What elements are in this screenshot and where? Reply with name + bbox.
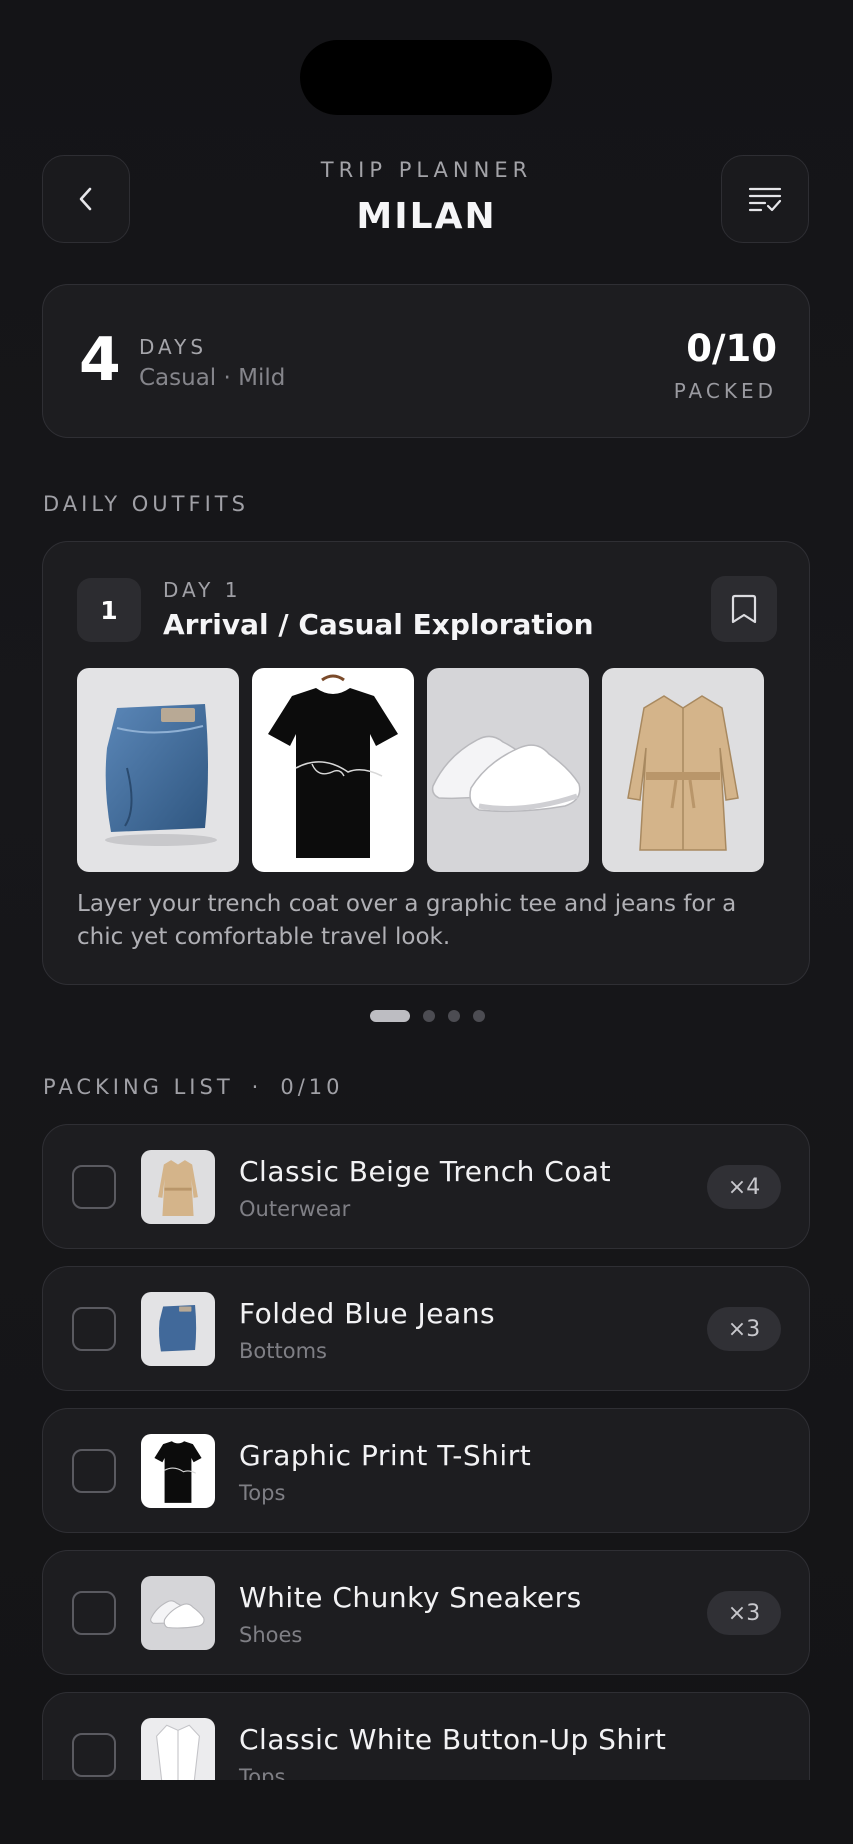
graphic-tee-thumbnail[interactable] <box>252 668 414 872</box>
trench-coat-icon <box>158 1160 198 1217</box>
pager-dot[interactable] <box>473 1010 485 1022</box>
sneakers-icon <box>150 1600 205 1629</box>
outfit-title: Arrival / Casual Exploration <box>163 608 594 641</box>
item-category: Tops <box>239 1481 286 1505</box>
packing-item[interactable]: Graphic Print T-Shirt Tops <box>42 1408 810 1533</box>
days-count: 4 <box>79 325 121 395</box>
quantity-badge: ×3 <box>707 1307 781 1351</box>
jeans-icon <box>105 704 217 846</box>
days-label: DAYS <box>139 335 208 359</box>
outfit-pager[interactable] <box>370 1010 485 1022</box>
packing-item[interactable]: White Chunky Sneakers Shoes ×3 <box>42 1550 810 1675</box>
item-checkbox[interactable] <box>72 1733 116 1777</box>
checklist-icon <box>748 187 782 212</box>
checklist-button[interactable] <box>721 155 809 243</box>
trip-style-weather: Casual · Mild <box>139 365 286 391</box>
outfit-description: Layer your trench coat over a graphic te… <box>77 891 737 950</box>
item-checkbox[interactable] <box>72 1165 116 1209</box>
packing-list-separator: · <box>251 1075 263 1099</box>
item-checkbox[interactable] <box>72 1307 116 1351</box>
item-checkbox[interactable] <box>72 1591 116 1635</box>
dynamic-island <box>300 40 552 115</box>
item-category: Bottoms <box>239 1339 327 1363</box>
item-checkbox[interactable] <box>72 1449 116 1493</box>
item-name: White Chunky Sneakers <box>239 1581 582 1614</box>
graphic-tee-icon <box>154 1441 202 1503</box>
item-thumbnail <box>141 1292 215 1366</box>
pager-dot-active[interactable] <box>370 1010 410 1022</box>
item-thumbnail <box>141 1434 215 1508</box>
outfit-items-row <box>77 668 764 872</box>
item-name: Classic Beige Trench Coat <box>239 1155 612 1188</box>
day-number-badge: 1 <box>77 578 141 642</box>
item-category: Outerwear <box>239 1197 351 1221</box>
pager-dot[interactable] <box>423 1010 435 1022</box>
outfit-card-day-1[interactable]: 1 DAY 1 Arrival / Casual Exploration Lay… <box>42 541 810 985</box>
daily-outfits-heading: DAILY OUTFITS <box>43 492 249 516</box>
white-sneakers-thumbnail[interactable] <box>427 668 589 872</box>
packing-item[interactable]: Classic Beige Trench Coat Outerwear ×4 <box>42 1124 810 1249</box>
sneakers-icon <box>431 735 581 813</box>
item-name: Classic White Button-Up Shirt <box>239 1723 667 1756</box>
day-label: DAY 1 <box>163 578 242 602</box>
item-name: Graphic Print T-Shirt <box>239 1439 532 1472</box>
quantity-badge: ×4 <box>707 1165 781 1209</box>
packing-item[interactable]: Folded Blue Jeans Bottoms ×3 <box>42 1266 810 1391</box>
pager-dot[interactable] <box>448 1010 460 1022</box>
quantity-badge: ×3 <box>707 1591 781 1635</box>
packing-list-label: PACKING LIST <box>43 1075 234 1099</box>
packing-list-heading: PACKING LIST · 0/10 <box>43 1075 344 1099</box>
graphic-tee-icon <box>268 674 398 858</box>
jeans-icon <box>159 1305 197 1352</box>
jeans-thumbnail[interactable] <box>77 668 239 872</box>
item-name: Folded Blue Jeans <box>239 1297 496 1330</box>
packing-list-count: 0/10 <box>280 1075 344 1099</box>
bookmark-icon <box>731 594 757 624</box>
item-thumbnail <box>141 1150 215 1224</box>
packed-count: 0/10 <box>686 327 777 370</box>
item-thumbnail <box>141 1576 215 1650</box>
item-category: Shoes <box>239 1623 303 1647</box>
trench-coat-thumbnail[interactable] <box>602 668 764 872</box>
packed-label: PACKED <box>673 379 777 403</box>
trench-coat-icon <box>627 695 739 851</box>
trip-summary-card: 4 DAYS Casual · Mild 0/10 PACKED <box>42 284 810 438</box>
trip-planner-screen: TRIP PLANNER MILAN 4 DAYS Casual · Mild … <box>0 0 853 1844</box>
bookmark-button[interactable] <box>711 576 777 642</box>
bottom-fade <box>0 1780 853 1844</box>
